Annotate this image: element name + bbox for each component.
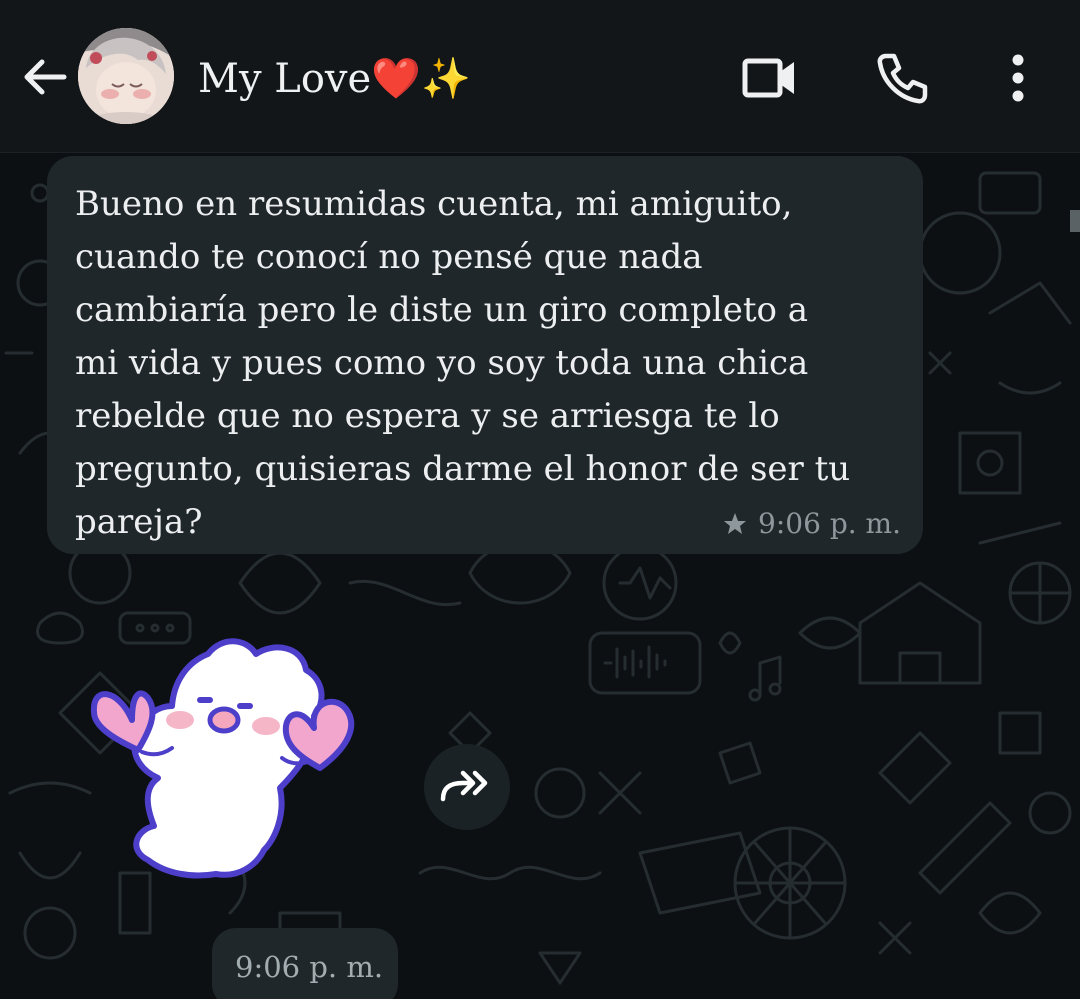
message-meta: 9:06 p. m. xyxy=(722,507,901,540)
scroll-indicator[interactable] xyxy=(1070,210,1080,232)
voice-call-button[interactable] xyxy=(872,48,932,108)
video-call-icon xyxy=(742,58,794,98)
arrow-left-icon xyxy=(24,59,67,95)
ghost-hearts-sticker[interactable] xyxy=(88,628,370,890)
more-vertical-icon xyxy=(1012,54,1024,102)
chat-screen: My Love❤️✨ Bueno en resumidas cuenta, mi… xyxy=(0,0,1080,999)
chat-header: My Love❤️✨ xyxy=(0,0,1080,153)
sticker-time: 9:06 p. m. xyxy=(212,928,398,999)
avatar-image xyxy=(78,28,174,124)
more-options-button[interactable] xyxy=(988,48,1048,108)
forward-button[interactable] xyxy=(424,744,510,830)
message-text: Bueno en resumidas cuenta, mi amiguito, … xyxy=(75,184,851,542)
message-time: 9:06 p. m. xyxy=(758,507,901,540)
video-call-button[interactable] xyxy=(740,48,800,108)
star-icon xyxy=(724,512,747,534)
contact-avatar[interactable] xyxy=(78,28,174,124)
back-button[interactable] xyxy=(18,50,72,104)
phone-icon xyxy=(877,53,928,104)
forward-icon xyxy=(440,770,488,802)
message-bubble[interactable]: Bueno en resumidas cuenta, mi amiguito, … xyxy=(47,156,923,554)
contact-name[interactable]: My Love❤️✨ xyxy=(198,48,471,108)
